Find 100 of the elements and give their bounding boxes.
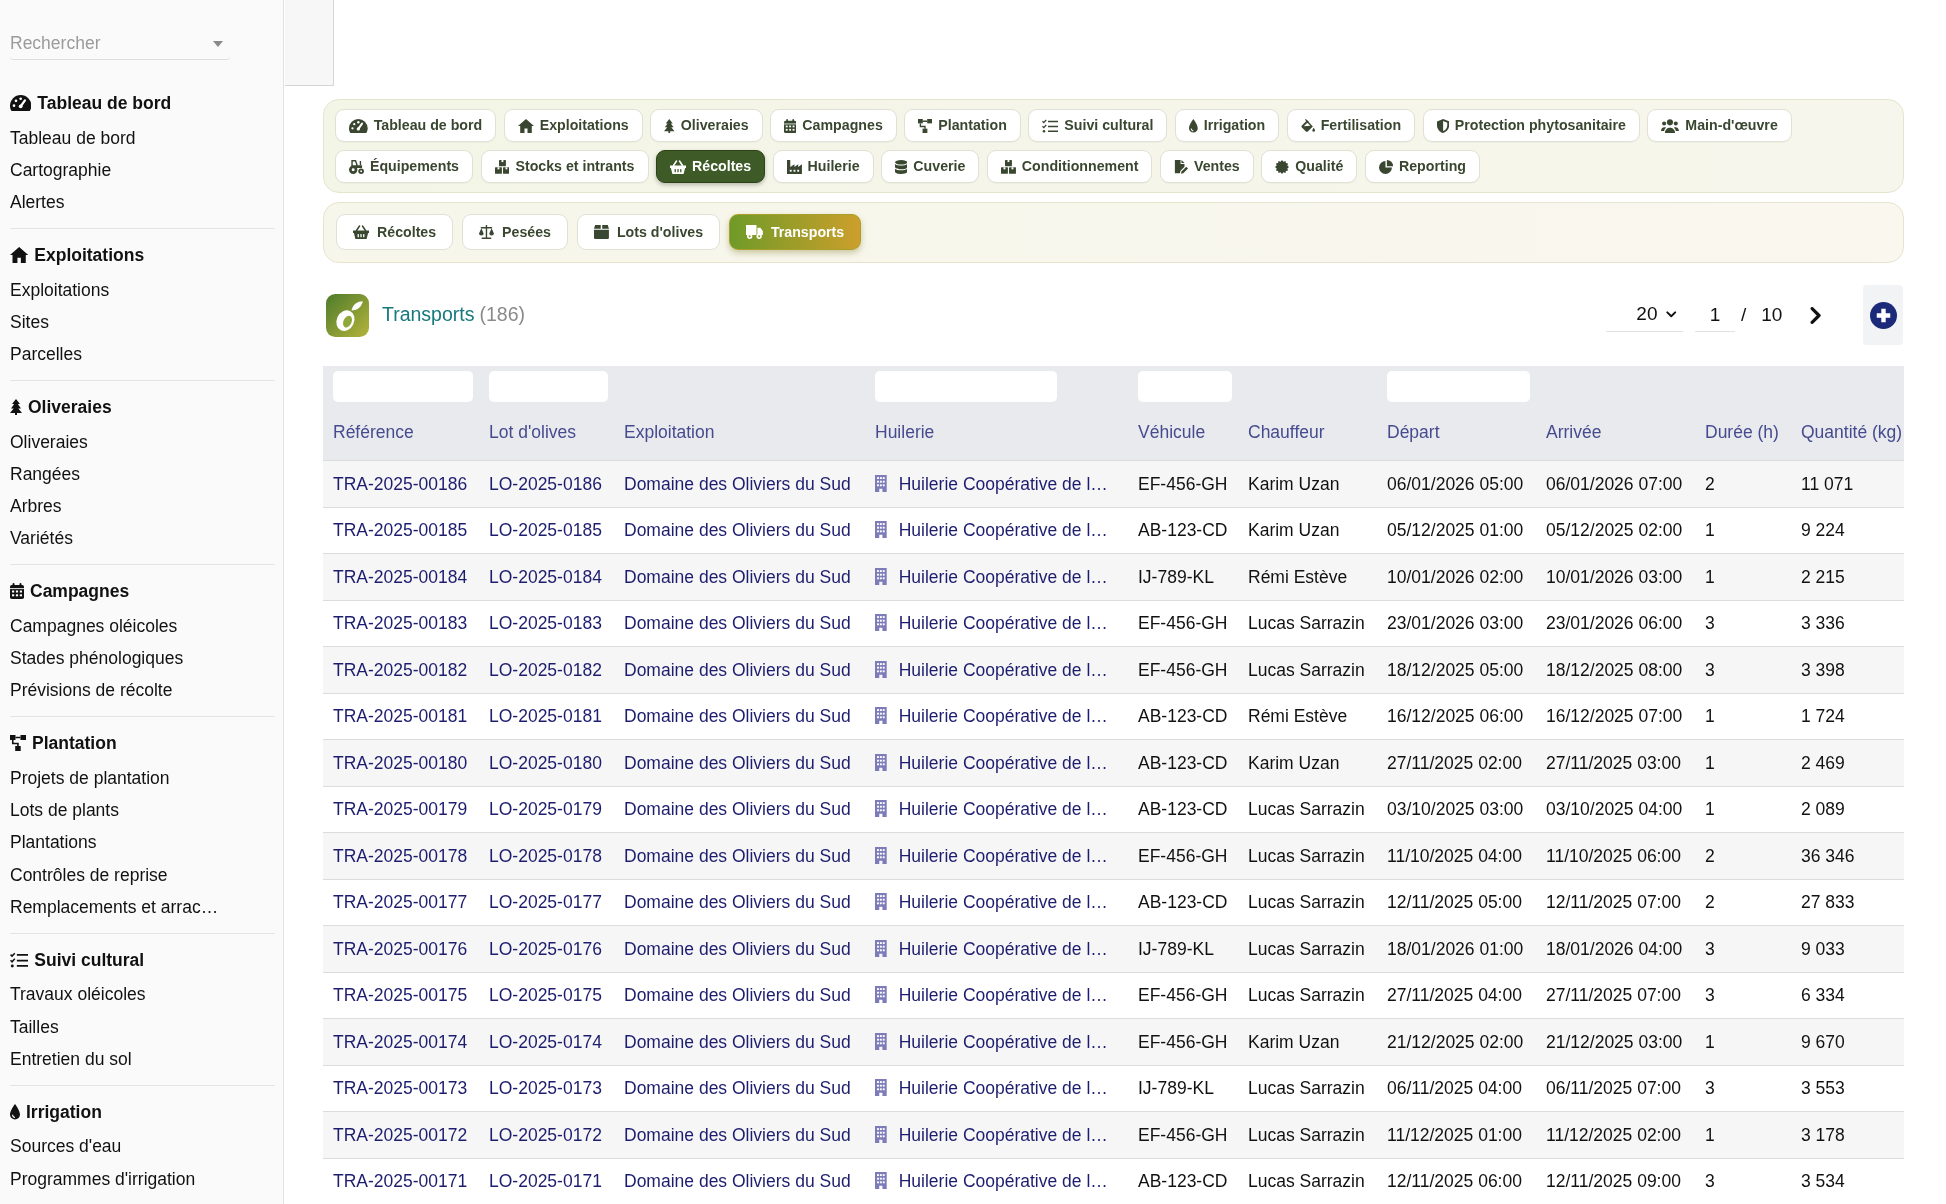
module-tab[interactable]: Huilerie: [772, 150, 874, 183]
sidebar-item[interactable]: Oliveraies: [10, 425, 88, 458]
sidebar-item[interactable]: Rangées: [10, 457, 81, 490]
sidebar-item[interactable]: Sites: [10, 305, 49, 338]
sidebar-item[interactable]: Exploitations: [10, 273, 110, 306]
oil-mill-link[interactable]: Huilerie Coopérative de l…: [898, 1031, 1108, 1052]
sub-tab[interactable]: Pesées: [462, 214, 568, 250]
oil-mill-link[interactable]: Huilerie Coopérative de l…: [898, 752, 1108, 773]
reference-link[interactable]: TRA-2025-00181: [333, 706, 468, 727]
reference-link[interactable]: TRA-2025-00180: [333, 752, 468, 773]
reference-link[interactable]: TRA-2025-00174: [333, 1031, 468, 1052]
reference-link[interactable]: TRA-2025-00176: [333, 938, 468, 959]
sidebar-item[interactable]: Stades phénologiques: [10, 642, 184, 675]
olive-lot-link[interactable]: LO-2025-0182: [489, 659, 602, 680]
olive-lot-link[interactable]: LO-2025-0178: [489, 845, 602, 866]
oil-mill-link[interactable]: Huilerie Coopérative de l…: [898, 799, 1108, 820]
olive-lot-link[interactable]: LO-2025-0172: [489, 1124, 602, 1145]
farm-link[interactable]: Domaine des Oliviers du Sud: [624, 845, 851, 866]
module-tab[interactable]: Équipements: [335, 150, 473, 183]
oil-mill-link[interactable]: Huilerie Coopérative de l…: [898, 566, 1108, 587]
reference-link[interactable]: TRA-2025-00175: [333, 985, 468, 1006]
olive-lot-link[interactable]: LO-2025-0186: [489, 473, 602, 494]
module-tab[interactable]: Exploitations: [503, 109, 643, 142]
reference-link[interactable]: TRA-2025-00185: [333, 520, 468, 541]
reference-link[interactable]: TRA-2025-00183: [333, 613, 468, 634]
sidebar-item[interactable]: Travaux oléicoles: [10, 978, 146, 1011]
oil-mill-link[interactable]: Huilerie Coopérative de l…: [898, 845, 1108, 866]
farm-link[interactable]: Domaine des Oliviers du Sud: [624, 938, 851, 959]
sidebar-item[interactable]: Alertes: [10, 185, 65, 219]
module-tab[interactable]: Récoltes: [656, 150, 766, 183]
sidebar-item[interactable]: Projets de plantation: [10, 761, 170, 795]
module-tab[interactable]: Campagnes: [770, 109, 897, 142]
sidebar-item[interactable]: Contrôles de reprise: [10, 858, 168, 891]
olive-lot-link[interactable]: LO-2025-0171: [489, 1171, 602, 1192]
sidebar-item[interactable]: Remplacements et arrac…: [10, 890, 219, 923]
reference-link[interactable]: TRA-2025-00171: [333, 1171, 468, 1192]
sidebar-item[interactable]: Plantations: [10, 826, 97, 859]
reference-link[interactable]: TRA-2025-00173: [333, 1078, 468, 1099]
module-tab[interactable]: Reporting: [1364, 150, 1480, 183]
olive-lot-link[interactable]: LO-2025-0173: [489, 1078, 602, 1099]
olive-lot-link[interactable]: LO-2025-0181: [489, 706, 602, 727]
oil-mill-link[interactable]: Huilerie Coopérative de l…: [898, 706, 1108, 727]
farm-link[interactable]: Domaine des Oliviers du Sud: [624, 659, 851, 680]
reference-link[interactable]: TRA-2025-00184: [333, 566, 468, 587]
module-tab[interactable]: Stocks et intrants: [480, 150, 649, 183]
oil-mill-link[interactable]: Huilerie Coopérative de l…: [898, 892, 1108, 913]
sidebar-item[interactable]: Entretien du sol: [10, 1042, 132, 1075]
oil-mill-link[interactable]: Huilerie Coopérative de l…: [898, 659, 1108, 680]
module-tab[interactable]: Fertilisation: [1286, 109, 1416, 142]
farm-link[interactable]: Domaine des Oliviers du Sud: [624, 520, 851, 541]
farm-link[interactable]: Domaine des Oliviers du Sud: [624, 1171, 851, 1192]
oil-mill-link[interactable]: Huilerie Coopérative de l…: [898, 985, 1108, 1006]
sidebar-item[interactable]: Prévisions de récolte: [10, 674, 173, 707]
sidebar-item[interactable]: Arbres: [10, 490, 62, 523]
module-tab[interactable]: Oliveraies: [650, 109, 763, 142]
sidebar-item[interactable]: Sources d'eau: [10, 1130, 122, 1163]
olive-lot-link[interactable]: LO-2025-0185: [489, 520, 602, 541]
reference-link[interactable]: TRA-2025-00179: [333, 799, 468, 820]
page-size-select[interactable]: 20: [1605, 298, 1683, 332]
module-tab[interactable]: Protection phytosanitaire: [1422, 109, 1640, 142]
sidebar-item[interactable]: Variétés: [10, 522, 73, 555]
farm-link[interactable]: Domaine des Oliviers du Sud: [624, 752, 851, 773]
oil-mill-link[interactable]: Huilerie Coopérative de l…: [898, 1078, 1108, 1099]
sub-tab[interactable]: Récoltes: [336, 214, 454, 250]
search-field[interactable]: Rechercher: [10, 28, 230, 60]
oil-mill-link[interactable]: Huilerie Coopérative de l…: [898, 938, 1108, 959]
sidebar-item[interactable]: Lots de plants: [10, 794, 119, 827]
module-tab[interactable]: Tableau de bord: [335, 109, 497, 142]
module-tab[interactable]: Ventes: [1159, 150, 1254, 183]
olive-lot-link[interactable]: LO-2025-0179: [489, 799, 602, 820]
sidebar-item[interactable]: Tableau de bord: [10, 121, 136, 154]
module-tab[interactable]: Cuverie: [881, 150, 980, 183]
oil-mill-link[interactable]: Huilerie Coopérative de l…: [898, 613, 1108, 634]
module-tab[interactable]: Plantation: [904, 109, 1021, 142]
module-tab[interactable]: Main-d'œuvre: [1647, 109, 1792, 142]
module-tab[interactable]: Suivi cultural: [1028, 109, 1168, 142]
module-tab[interactable]: Irrigation: [1174, 109, 1280, 142]
farm-link[interactable]: Domaine des Oliviers du Sud: [624, 706, 851, 727]
farm-link[interactable]: Domaine des Oliviers du Sud: [624, 1031, 851, 1052]
module-tab[interactable]: Conditionnement: [986, 150, 1153, 183]
sub-tab[interactable]: Lots d'olives: [577, 214, 721, 250]
farm-link[interactable]: Domaine des Oliviers du Sud: [624, 473, 851, 494]
reference-link[interactable]: TRA-2025-00178: [333, 845, 468, 866]
olive-lot-link[interactable]: LO-2025-0184: [489, 566, 602, 587]
olive-lot-link[interactable]: LO-2025-0177: [489, 892, 602, 913]
sidebar-item[interactable]: Cartographie: [10, 153, 112, 186]
olive-lot-link[interactable]: LO-2025-0183: [489, 613, 602, 634]
oil-mill-link[interactable]: Huilerie Coopérative de l…: [898, 473, 1108, 494]
reference-link[interactable]: TRA-2025-00186: [333, 473, 468, 494]
farm-link[interactable]: Domaine des Oliviers du Sud: [624, 985, 851, 1006]
oil-mill-link[interactable]: Huilerie Coopérative de l…: [898, 1124, 1108, 1145]
module-tab[interactable]: Qualité: [1261, 150, 1358, 183]
olive-lot-link[interactable]: LO-2025-0174: [489, 1031, 602, 1052]
sidebar-item[interactable]: Programmes d'irrigation: [10, 1162, 196, 1195]
next-page-button[interactable]: [1810, 306, 1821, 324]
farm-link[interactable]: Domaine des Oliviers du Sud: [624, 799, 851, 820]
farm-link[interactable]: Domaine des Oliviers du Sud: [624, 613, 851, 634]
reference-link[interactable]: TRA-2025-00172: [333, 1124, 468, 1145]
sidebar-item[interactable]: Campagnes oléicoles: [10, 609, 178, 643]
farm-link[interactable]: Domaine des Oliviers du Sud: [624, 892, 851, 913]
